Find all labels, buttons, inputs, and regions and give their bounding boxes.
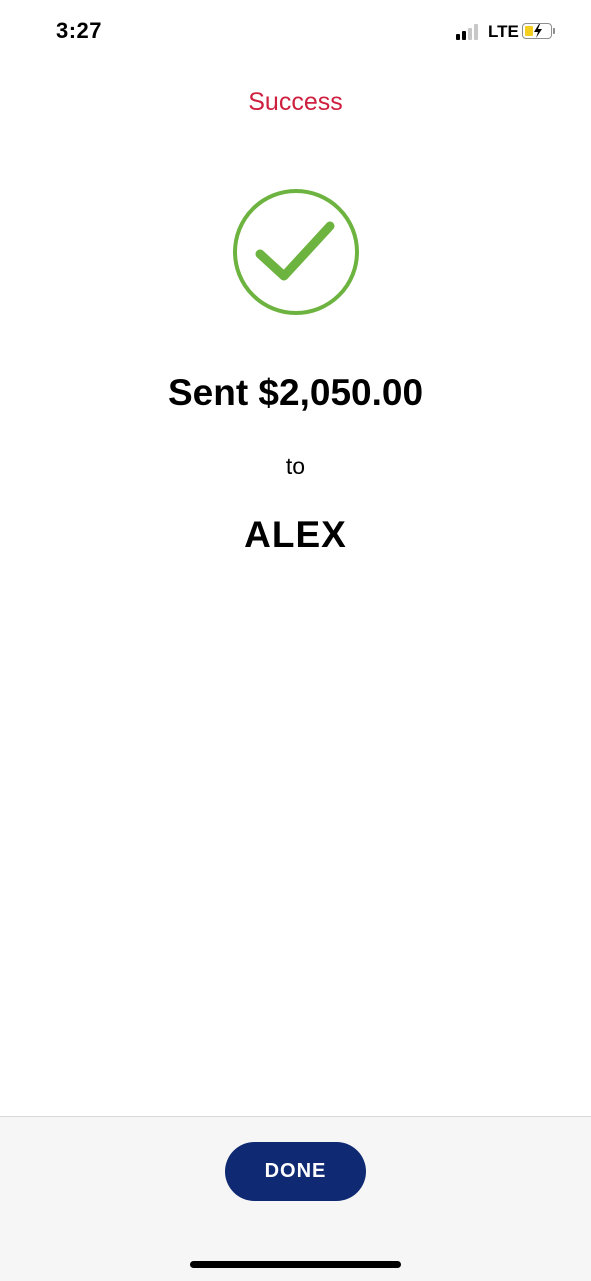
bottom-action-bar: DONE (0, 1116, 591, 1281)
status-time: 3:27 (56, 18, 103, 43)
cellular-signal-icon (456, 24, 482, 40)
battery-charging-icon (522, 23, 555, 39)
checkmark-circle-icon (233, 189, 359, 315)
home-indicator[interactable] (190, 1261, 401, 1268)
done-button[interactable]: DONE (225, 1142, 366, 1201)
network-type-label: LTE (488, 22, 519, 41)
charging-bolt-icon (534, 24, 542, 38)
status-bar: 3:27 LTE (0, 0, 591, 64)
connector-text: to (285, 453, 306, 479)
page-title: Success (248, 88, 343, 116)
recipient-name: ALEX (244, 514, 347, 555)
sent-amount-text: Sent $2,050.00 (167, 372, 424, 413)
